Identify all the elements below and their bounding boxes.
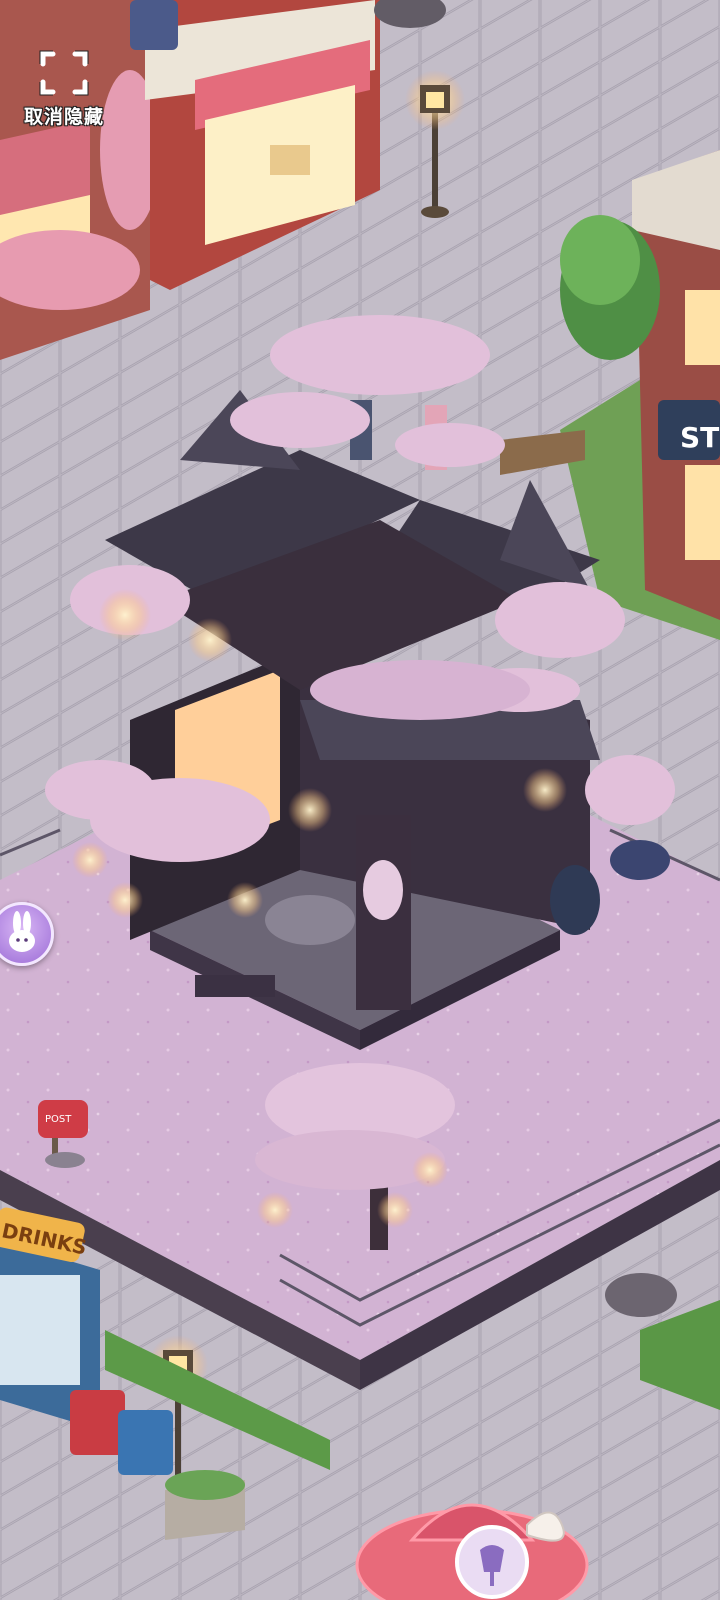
blue-recycle-bin — [118, 1410, 173, 1475]
unhide-label: 取消隐藏 — [23, 106, 104, 128]
mailbox-label: POST — [45, 1114, 72, 1125]
stone-table — [265, 895, 355, 945]
bunny-icon — [9, 911, 35, 952]
manhole-cover-bottom — [605, 1273, 677, 1317]
game-viewport[interactable]: ST POST DRINKS 取消隐藏 — [0, 0, 720, 1600]
isometric-town-scene[interactable]: ST POST DRINKS — [0, 0, 720, 1600]
wardrobe-hat-button[interactable] — [352, 1470, 602, 1600]
pavilion-steps — [195, 975, 275, 997]
shop-sign-text: ST — [680, 421, 719, 454]
unhide-ui-button[interactable]: 取消隐藏 — [14, 50, 114, 130]
bunny-side-button[interactable] — [0, 902, 54, 966]
red-recycle-bin — [70, 1390, 125, 1455]
fullscreen-brackets-icon — [39, 50, 89, 96]
